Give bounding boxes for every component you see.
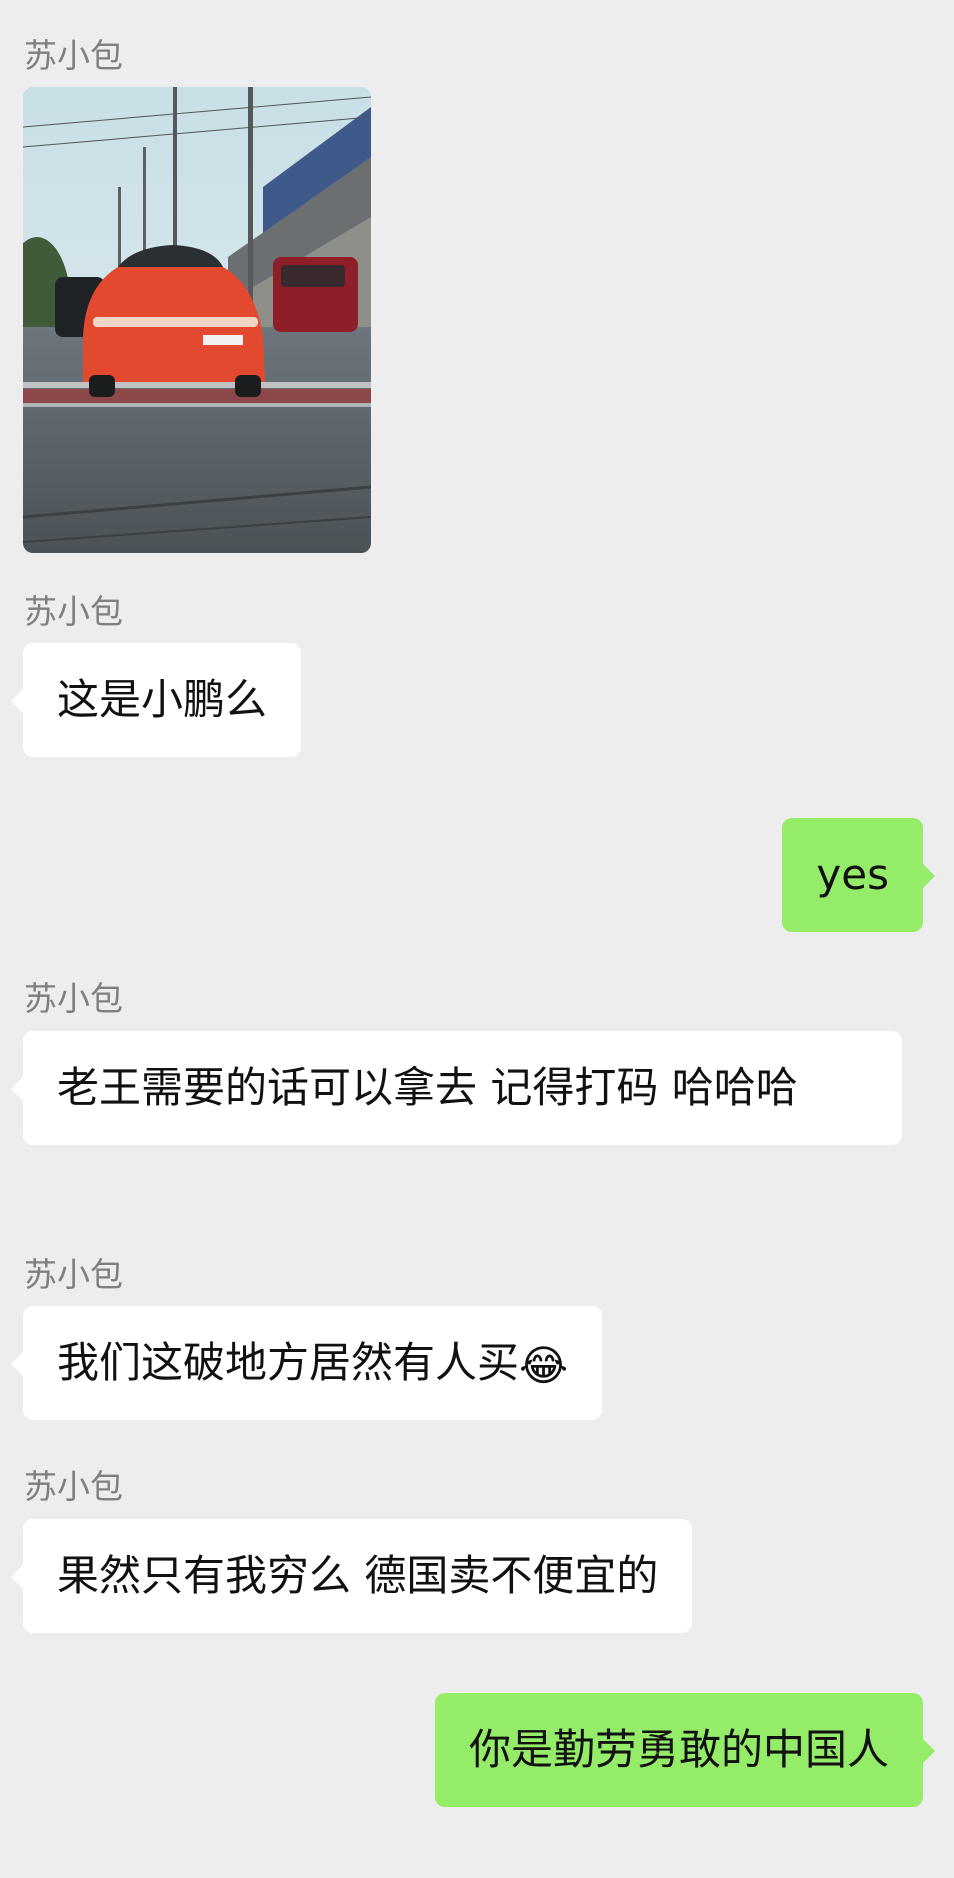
message-bubble[interactable]: 果然只有我穷么 德国卖不便宜的 [10,1519,693,1633]
message-bubble[interactable]: 我们这破地方居然有人买😂 [10,1306,603,1420]
message-bubble-outgoing[interactable]: yes [782,818,935,932]
message-bubble-outgoing[interactable]: 你是勤劳勇敢的中国人 [434,1693,936,1807]
message-text: 果然只有我穷么 德国卖不便宜的 [57,1551,659,1600]
sender-name: 苏小包 [24,36,123,75]
message-text: 这是小鹏么 [57,675,268,724]
message-text: yes [816,850,889,899]
sender-name: 苏小包 [24,592,123,631]
message-text: 我们这破地方居然有人买 [57,1338,520,1387]
sender-name: 苏小包 [24,979,123,1018]
sender-name: 苏小包 [24,1255,123,1294]
message-bubble[interactable]: 老王需要的话可以拿去 记得打码 哈哈哈 [11,1031,902,1145]
message-text: 老王需要的话可以拿去 记得打码 哈哈哈 [57,1063,798,1112]
car-photo [23,87,371,553]
photo-message[interactable] [23,87,371,553]
sender-name: 苏小包 [24,1467,123,1506]
message-bubble[interactable]: 这是小鹏么 [10,643,302,757]
laughing-tears-emoji-icon: 😂 [519,1341,569,1390]
chat-history[interactable]: 苏小包 苏小包 这是小鹏么 yes 苏小包 老王需要的话可以拿去 记得打码 哈哈… [0,0,954,1878]
message-text: 你是勤劳勇敢的中国人 [468,1725,889,1774]
